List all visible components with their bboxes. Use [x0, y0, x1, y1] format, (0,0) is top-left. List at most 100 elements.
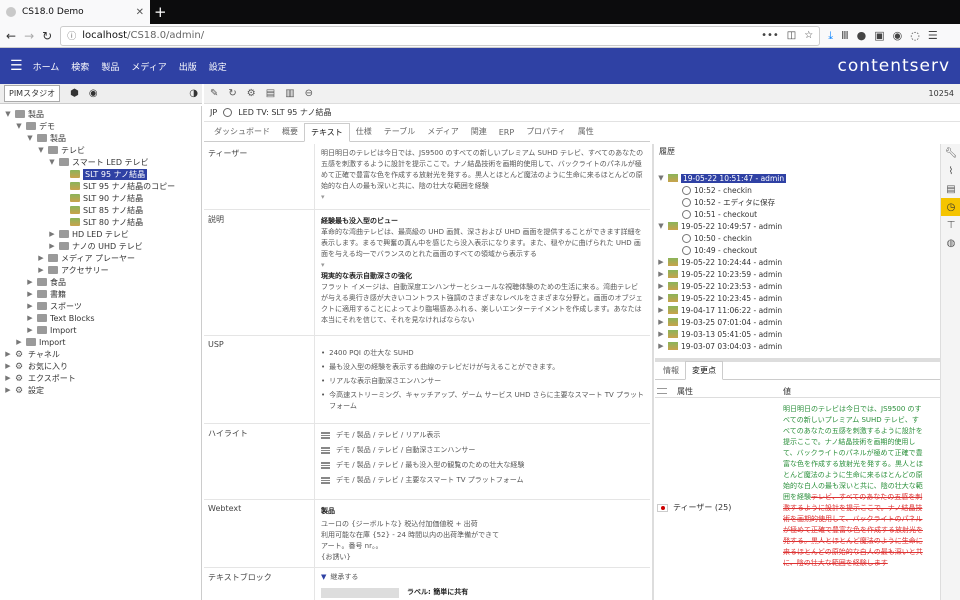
history-item[interactable]: ▶ 19-05-22 10:23:45 - admin — [657, 292, 782, 304]
tree-toggle-icon[interactable]: ▶ — [26, 278, 34, 286]
tree-item[interactable]: ▶ スポーツ — [26, 300, 82, 312]
history-toggle-icon[interactable]: ▶ — [657, 282, 665, 290]
tab-9[interactable]: 属性 — [572, 126, 600, 141]
hamburger-menu-icon[interactable]: ☰ — [928, 29, 938, 42]
tree-item[interactable]: ▼ テレビ — [37, 144, 85, 156]
tree-item[interactable]: ▶ 書籍 — [26, 288, 66, 300]
extension-icon[interactable]: ● — [857, 29, 867, 42]
tree-item[interactable]: ▶ メディア プレーヤー — [37, 252, 135, 264]
tab-pim-studio[interactable]: PIMスタジオ — [4, 85, 61, 102]
history-item[interactable]: 10:50 - checkin — [671, 232, 752, 244]
history-toggle-icon[interactable]: ▼ — [657, 174, 665, 182]
history-item[interactable]: ▶ 19-05-22 10:23:53 - admin — [657, 280, 782, 292]
menu-media[interactable]: メディア — [131, 60, 166, 73]
highlight-item[interactable]: デモ / 製品 / テレビ / 自動深さエンハンサー — [321, 445, 644, 456]
more-actions-icon[interactable]: ••• — [761, 30, 779, 41]
history-item[interactable]: ▶ 19-05-22 10:23:59 - admin — [657, 268, 782, 280]
tab-3[interactable]: 仕様 — [350, 126, 378, 141]
tab-7[interactable]: ERP — [493, 128, 520, 141]
menu-publish[interactable]: 出版 — [179, 60, 197, 73]
tree-toggle-icon[interactable]: ▶ — [26, 314, 34, 322]
cube-icon[interactable]: ⬢ — [70, 88, 79, 99]
tree-toggle-icon[interactable]: ▶ — [15, 338, 23, 346]
language-code[interactable]: JP — [210, 108, 217, 117]
refresh-icon[interactable]: ↻ — [228, 88, 236, 99]
history-toggle-icon[interactable]: ▶ — [657, 306, 665, 314]
highlight-item[interactable]: デモ / 製品 / テレビ / 最も没入型の観覧のための壮大な経験 — [321, 460, 644, 471]
tree-toggle-icon[interactable]: ▼ — [4, 110, 12, 118]
tree-item[interactable]: ▼ 製品 — [26, 132, 66, 144]
history-toggle-icon[interactable]: ▶ — [657, 318, 665, 326]
usp-field[interactable]: • 2400 PQI の壮大な SUHD • 最も没入型の経験を表示する曲線のテレビだ… — [314, 336, 650, 423]
tree-toggle-icon[interactable]: ▶ — [37, 266, 45, 274]
history-item[interactable]: ▶ 19-03-25 07:01:04 - admin — [657, 316, 782, 328]
tree-toggle-icon[interactable]: ▶ — [48, 230, 56, 238]
history-item[interactable]: 10:52 - checkin — [671, 184, 752, 196]
tree-toggle-icon[interactable]: ▶ — [26, 326, 34, 334]
browser-tab[interactable]: CS18.0 Demo ✕ — [0, 0, 150, 24]
history-item[interactable]: ▶ 19-05-22 10:24:44 - admin — [657, 256, 782, 268]
history-item[interactable]: ▶ 19-04-17 11:06:22 - admin — [657, 304, 782, 316]
tracking-icon[interactable]: ◉ — [893, 29, 903, 42]
tree-toggle-icon[interactable]: ▶ — [4, 386, 12, 394]
tree-toggle-icon[interactable]: ▼ — [37, 146, 45, 154]
tree-item[interactable]: SLT 85 ナノ結晶 — [59, 204, 143, 216]
tree-toggle-icon[interactable]: ▶ — [37, 254, 45, 262]
paperclip-icon[interactable]: ⌇ — [941, 162, 960, 180]
sidebar-icon[interactable]: ▣ — [874, 29, 884, 42]
more-icon[interactable]: ⊖ — [305, 88, 313, 99]
tab-0[interactable]: ダッシュボード — [208, 126, 276, 141]
tree-toggle-icon[interactable]: ▶ — [4, 350, 12, 358]
tree-item[interactable]: ▶ Import — [15, 336, 65, 348]
tree-item[interactable]: ▶ アクセサリー — [37, 264, 108, 276]
tree-item[interactable]: ▼ スマート LED テレビ — [48, 156, 148, 168]
menu-home[interactable]: ホーム — [33, 60, 60, 73]
history-item[interactable]: ▶ 19-03-07 03:04:03 - admin — [657, 340, 782, 352]
tree-item[interactable]: ▶ Text Blocks — [26, 312, 94, 324]
tree-item[interactable]: ▶ Import — [26, 324, 76, 336]
tree-item[interactable]: ▶ ⚙ お気に入り — [4, 360, 68, 373]
tree-toggle-icon[interactable]: ▼ — [15, 122, 23, 130]
history-toggle-icon[interactable]: ▼ — [657, 222, 665, 230]
tree-toggle-icon[interactable]: ▶ — [26, 302, 34, 310]
description-field[interactable]: 経験最も没入型のビュー 革命的な湾曲テレビは、最高級の UHD 画質、深さおよび… — [314, 210, 650, 335]
clipboard-icon[interactable]: ▤ — [941, 180, 960, 198]
highlight-item[interactable]: デモ / 製品 / テレビ / リアル表示 — [321, 430, 644, 441]
library-icon[interactable]: Ⅲ — [841, 29, 849, 42]
tree-item[interactable]: ▶ ⚙ 設定 — [4, 384, 44, 397]
tree-item[interactable]: SLT 95 ナノ結晶 — [59, 168, 148, 180]
save-icon[interactable]: ▥ — [285, 88, 294, 99]
tree-item[interactable]: SLT 95 ナノ結晶のコピー — [59, 180, 175, 192]
tab-6[interactable]: 関連 — [465, 126, 493, 141]
highlight-item[interactable]: デモ / 製品 / テレビ / 主要なスマート TV プラットフォーム — [321, 475, 644, 486]
menu-settings[interactable]: 設定 — [209, 60, 227, 73]
history-toggle-icon[interactable]: ▶ — [657, 270, 665, 278]
tree-toggle-icon[interactable]: ▼ — [26, 134, 34, 142]
wrench-icon[interactable]: 🔧︎ — [941, 144, 960, 162]
screenshot-icon[interactable]: ◌ — [910, 29, 920, 42]
history-tab-0[interactable]: 情報 — [657, 365, 685, 379]
main-menu-icon[interactable]: ☰ — [10, 58, 23, 74]
bookmark-star-icon[interactable]: ☆ — [804, 30, 813, 41]
inherit-toggle-label[interactable]: 継承する — [330, 572, 358, 583]
document-icon[interactable]: ▤ — [266, 88, 275, 99]
highlights-field[interactable]: デモ / 製品 / テレビ / リアル表示 デモ / 製品 / テレビ / 自動深… — [314, 424, 650, 499]
history-toggle-icon[interactable]: ▶ — [657, 294, 665, 302]
history-toggle-icon[interactable]: ▶ — [657, 342, 665, 350]
tab-1[interactable]: 概要 — [276, 126, 304, 141]
history-item[interactable]: 10:51 - checkout — [671, 208, 757, 220]
globe-icon[interactable]: ◍ — [941, 234, 960, 252]
history-item[interactable]: 10:52 - エディタに保存 — [671, 196, 775, 208]
webtext-field[interactable]: 製品 ユーロの {ジーボルトな} 税込付加価値税 + 出荷 利用可能な在庫 {52… — [314, 500, 650, 567]
menu-products[interactable]: 製品 — [101, 60, 119, 73]
tree-item[interactable]: ▼ デモ — [15, 120, 55, 132]
tab-5[interactable]: メディア — [421, 126, 464, 141]
tree-toggle-icon[interactable]: ▶ — [4, 362, 12, 370]
tree-item[interactable]: SLT 80 ナノ結晶 — [59, 216, 143, 228]
eye-icon[interactable]: ◉ — [89, 88, 98, 99]
tree-item[interactable]: ▶ ⚙ チャネル — [4, 348, 60, 361]
tree-item[interactable]: ▶ 食品 — [26, 276, 66, 288]
new-tab-icon[interactable]: + — [154, 2, 167, 22]
inherit-toggle-icon[interactable]: ▼ — [321, 572, 326, 583]
history-toggle-icon[interactable]: ▶ — [657, 258, 665, 266]
